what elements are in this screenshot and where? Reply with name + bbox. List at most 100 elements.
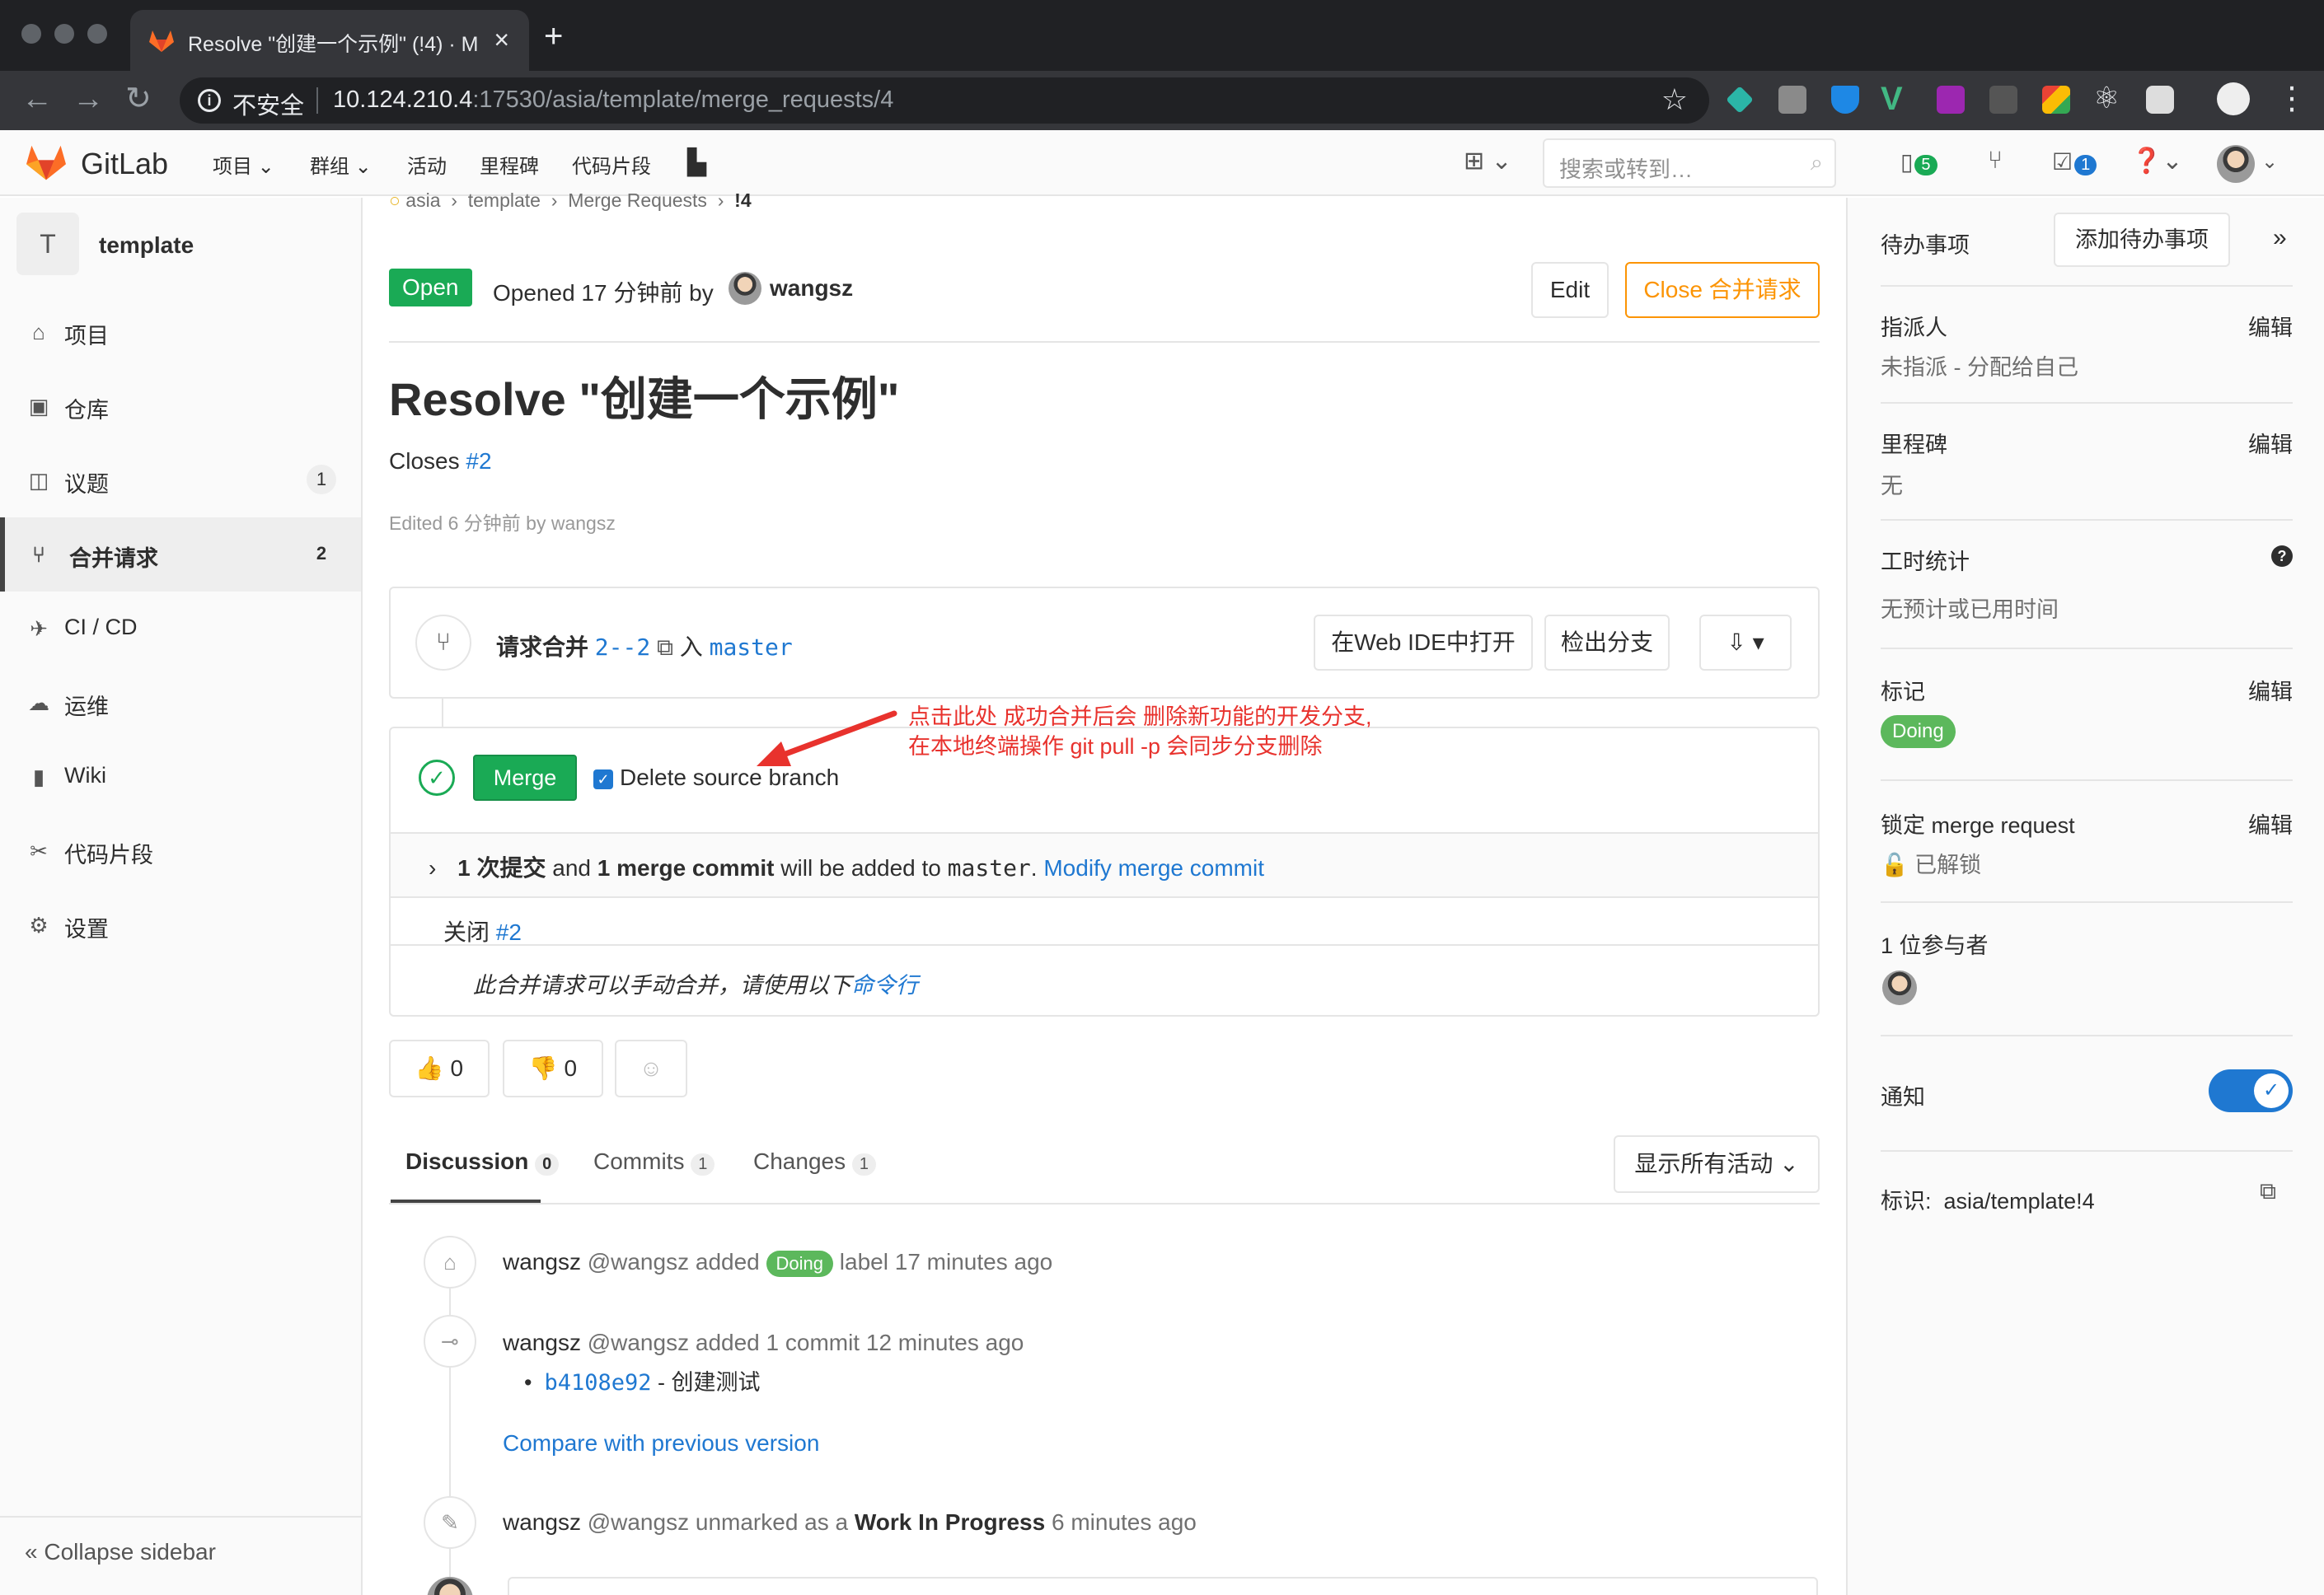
copy-reference-icon[interactable]: ⧉ bbox=[2260, 1178, 2276, 1205]
tab-discussion[interactable]: Discussion 0 bbox=[405, 1148, 560, 1176]
assignee-edit-link[interactable]: 编辑 bbox=[2248, 310, 2293, 342]
commit-sha-link[interactable]: b4108e92 bbox=[544, 1370, 651, 1396]
copy-icon[interactable]: ⧉ bbox=[657, 634, 673, 660]
window-close-dot[interactable] bbox=[21, 24, 41, 44]
milestone-edit-link[interactable]: 编辑 bbox=[2248, 427, 2293, 459]
url-text[interactable]: 10.124.210.4:17530/asia/template/merge_r… bbox=[333, 87, 893, 114]
user-menu-chevron-icon[interactable]: ⌄ bbox=[2261, 150, 2278, 174]
activity-2-handle[interactable]: @wangsz bbox=[588, 1330, 689, 1355]
browser-menu-icon[interactable]: ⋮ bbox=[2276, 82, 2308, 115]
activity-2-author[interactable]: wangsz bbox=[503, 1330, 581, 1355]
notifications-toggle[interactable]: ✓ bbox=[2209, 1069, 2293, 1112]
time-help-icon[interactable]: ? bbox=[2271, 545, 2293, 567]
extension-dark-icon[interactable] bbox=[1989, 86, 2017, 114]
nav-projects[interactable]: 项目 ⌄ bbox=[213, 150, 274, 179]
breadcrumb-mr[interactable]: !4 bbox=[734, 189, 751, 211]
close-issue-link[interactable]: #2 bbox=[496, 919, 522, 945]
back-icon[interactable]: ← bbox=[21, 82, 53, 115]
collapse-right-icon[interactable]: » bbox=[2273, 224, 2287, 252]
edit-button[interactable]: Edit bbox=[1531, 262, 1609, 318]
activity-filter-dropdown[interactable]: 显示所有活动 ⌄ bbox=[1614, 1135, 1820, 1193]
help-icon[interactable]: ❓⌄ bbox=[2131, 147, 2183, 175]
comment-box[interactable] bbox=[508, 1577, 1818, 1595]
delete-source-checkbox[interactable]: ✓ bbox=[593, 769, 613, 789]
activity-1-handle[interactable]: @wangsz bbox=[588, 1249, 689, 1275]
nav-activity[interactable]: 活动 bbox=[407, 150, 447, 179]
gitlab-brand[interactable]: GitLab bbox=[81, 147, 168, 181]
new-tab-icon[interactable]: + bbox=[544, 18, 563, 55]
activity-1-label[interactable]: Doing bbox=[766, 1251, 834, 1277]
target-branch[interactable]: master bbox=[710, 634, 793, 661]
project-avatar[interactable]: T bbox=[16, 213, 79, 275]
extension-white-icon[interactable] bbox=[2146, 86, 2174, 114]
expand-chevron-icon[interactable]: › bbox=[429, 855, 436, 881]
command-line-link[interactable]: 命令行 bbox=[851, 973, 918, 998]
issues-nav-icon[interactable]: ▯ 5 bbox=[1900, 148, 1937, 175]
participant-avatar[interactable] bbox=[1882, 971, 1917, 1005]
new-dropdown-icon[interactable]: ⊞ ⌄ bbox=[1464, 147, 1512, 175]
nav-snippets[interactable]: 代码片段 bbox=[572, 150, 651, 179]
add-todo-button[interactable]: 添加待办事项 bbox=[2054, 213, 2230, 267]
merge-requests-nav-icon[interactable]: ⑂ bbox=[1988, 147, 2003, 175]
activity-3-handle[interactable]: @wangsz bbox=[588, 1509, 689, 1535]
source-branch[interactable]: 2--2 bbox=[595, 634, 650, 661]
project-name[interactable]: template bbox=[99, 232, 194, 259]
window-minimize-dot[interactable] bbox=[54, 24, 74, 44]
extension-vue-icon[interactable]: V bbox=[1881, 81, 1903, 118]
sidebar-item-1[interactable]: ⌂ 项目 bbox=[0, 295, 361, 369]
sidebar-item-6[interactable]: ☁ 运维 bbox=[0, 666, 361, 740]
checkout-branch-button[interactable]: 检出分支 bbox=[1544, 615, 1670, 671]
tab-changes[interactable]: Changes 1 bbox=[753, 1148, 876, 1176]
breadcrumb-template[interactable]: template bbox=[468, 189, 541, 211]
thumbsdown-award[interactable]: 👎 0 bbox=[503, 1040, 603, 1097]
web-ide-button[interactable]: 在Web IDE中打开 bbox=[1314, 615, 1533, 671]
browser-tab[interactable]: Resolve "创建一个示例" (!4) · M × bbox=[130, 10, 529, 71]
sidebar-item-2[interactable]: ▣ 仓库 bbox=[0, 369, 361, 443]
forward-icon[interactable]: → bbox=[73, 82, 104, 115]
collapse-sidebar-button[interactable]: « Collapse sidebar bbox=[25, 1539, 216, 1565]
extension-shield-icon[interactable] bbox=[1831, 86, 1859, 114]
extension-gray-icon[interactable] bbox=[1778, 86, 1806, 114]
add-reaction-button[interactable]: ☺ bbox=[615, 1040, 687, 1097]
thumbsup-award[interactable]: 👍 0 bbox=[389, 1040, 490, 1097]
merge-button[interactable]: Merge bbox=[473, 755, 577, 801]
breadcrumb-merge-requests[interactable]: Merge Requests bbox=[568, 189, 707, 211]
author-name[interactable]: wangsz bbox=[770, 275, 853, 302]
label-doing[interactable]: Doing bbox=[1881, 715, 1956, 748]
profile-avatar-icon[interactable] bbox=[2217, 82, 2250, 115]
extension-react-icon[interactable]: ⚛ bbox=[2093, 81, 2120, 115]
sidebar-item-8[interactable]: ✂ 代码片段 bbox=[0, 814, 361, 888]
nav-milestones[interactable]: 里程碑 bbox=[480, 150, 539, 179]
sidebar-item-3[interactable]: ◫ 议题 1 bbox=[0, 443, 361, 517]
address-bar[interactable]: i 不安全 10.124.210.4:17530/asia/template/m… bbox=[180, 77, 1709, 124]
chart-icon[interactable]: ▙ bbox=[687, 148, 706, 177]
sidebar-item-4[interactable]: ⑂ 合并请求 2 bbox=[0, 517, 361, 592]
sidebar-item-7[interactable]: ▮ Wiki bbox=[0, 740, 361, 814]
bookmark-star-icon[interactable]: ☆ bbox=[1661, 82, 1688, 117]
extension-color-icon[interactable] bbox=[2042, 86, 2070, 114]
breadcrumb-asia[interactable]: asia bbox=[405, 189, 440, 211]
desc-issue-link[interactable]: #2 bbox=[466, 448, 491, 474]
reload-icon[interactable]: ↻ bbox=[125, 82, 152, 115]
lock-edit-link[interactable]: 编辑 bbox=[2248, 807, 2293, 840]
info-icon[interactable]: i bbox=[198, 89, 221, 112]
close-mr-button[interactable]: Close 合并请求 bbox=[1625, 262, 1820, 318]
activity-1-author[interactable]: wangsz bbox=[503, 1249, 581, 1275]
compare-version-link[interactable]: Compare with previous version bbox=[503, 1430, 819, 1457]
download-dropdown[interactable]: ⇩ ▾ bbox=[1699, 615, 1792, 671]
todos-nav-icon[interactable]: ☑ 1 bbox=[2052, 148, 2097, 175]
tab-commits[interactable]: Commits 1 bbox=[593, 1148, 715, 1176]
nav-groups[interactable]: 群组 ⌄ bbox=[310, 150, 372, 179]
extension-rp-icon[interactable] bbox=[1937, 86, 1965, 114]
sidebar-item-5[interactable]: ✈ CI / CD bbox=[0, 592, 361, 666]
sidebar-item-9[interactable]: ⚙ 设置 bbox=[0, 888, 361, 962]
gitlab-logo-icon[interactable] bbox=[25, 142, 68, 181]
activity-3-author[interactable]: wangsz bbox=[503, 1509, 581, 1535]
labels-edit-link[interactable]: 编辑 bbox=[2248, 674, 2293, 706]
author-avatar[interactable] bbox=[729, 272, 761, 305]
user-avatar[interactable] bbox=[2217, 145, 2255, 183]
search-input[interactable]: 搜索或转到… ⌕ bbox=[1543, 138, 1836, 188]
window-zoom-dot[interactable] bbox=[87, 24, 107, 44]
tab-close-icon[interactable]: × bbox=[494, 25, 509, 55]
modify-merge-commit-link[interactable]: Modify merge commit bbox=[1043, 855, 1264, 881]
